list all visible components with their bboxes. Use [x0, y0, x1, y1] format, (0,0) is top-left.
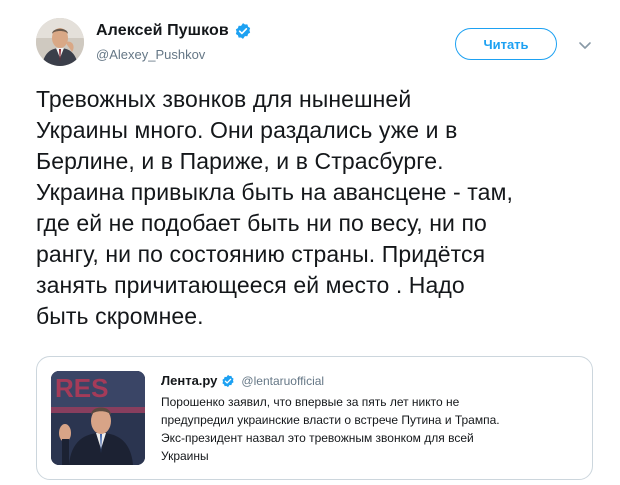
quoted-display-name[interactable]: Лента.ру — [161, 373, 217, 388]
verified-badge-icon — [221, 374, 235, 388]
quoted-handle[interactable]: @lentaruofficial — [241, 374, 324, 388]
author-avatar[interactable] — [36, 18, 84, 66]
news-photo-icon: RES — [51, 371, 145, 465]
quoted-tweet-card[interactable]: RES Лента.ру @lentaruofficial Порошенко … — [36, 356, 593, 480]
author-handle[interactable]: @Alexey_Pushkov — [96, 47, 205, 62]
chevron-down-icon[interactable] — [578, 38, 592, 49]
verified-badge-icon — [234, 22, 252, 40]
author-name-row: Алексей Пушков — [96, 22, 252, 40]
follow-button[interactable]: Читать — [455, 28, 557, 60]
tweet-container: Алексей Пушков @Alexey_Pushkov Читать Тр… — [0, 0, 620, 485]
tweet-text: Тревожных звонков для нынешней Украины м… — [36, 86, 513, 329]
quoted-tweet-text: Порошенко заявил, что впервые за пять ле… — [161, 395, 500, 463]
user-avatar-icon — [36, 18, 84, 66]
svg-text:RES: RES — [55, 373, 108, 403]
quoted-tweet-media[interactable]: RES — [51, 371, 145, 465]
author-display-name[interactable]: Алексей Пушков — [96, 22, 229, 40]
quoted-tweet-header: Лента.ру @lentaruofficial — [161, 373, 324, 388]
